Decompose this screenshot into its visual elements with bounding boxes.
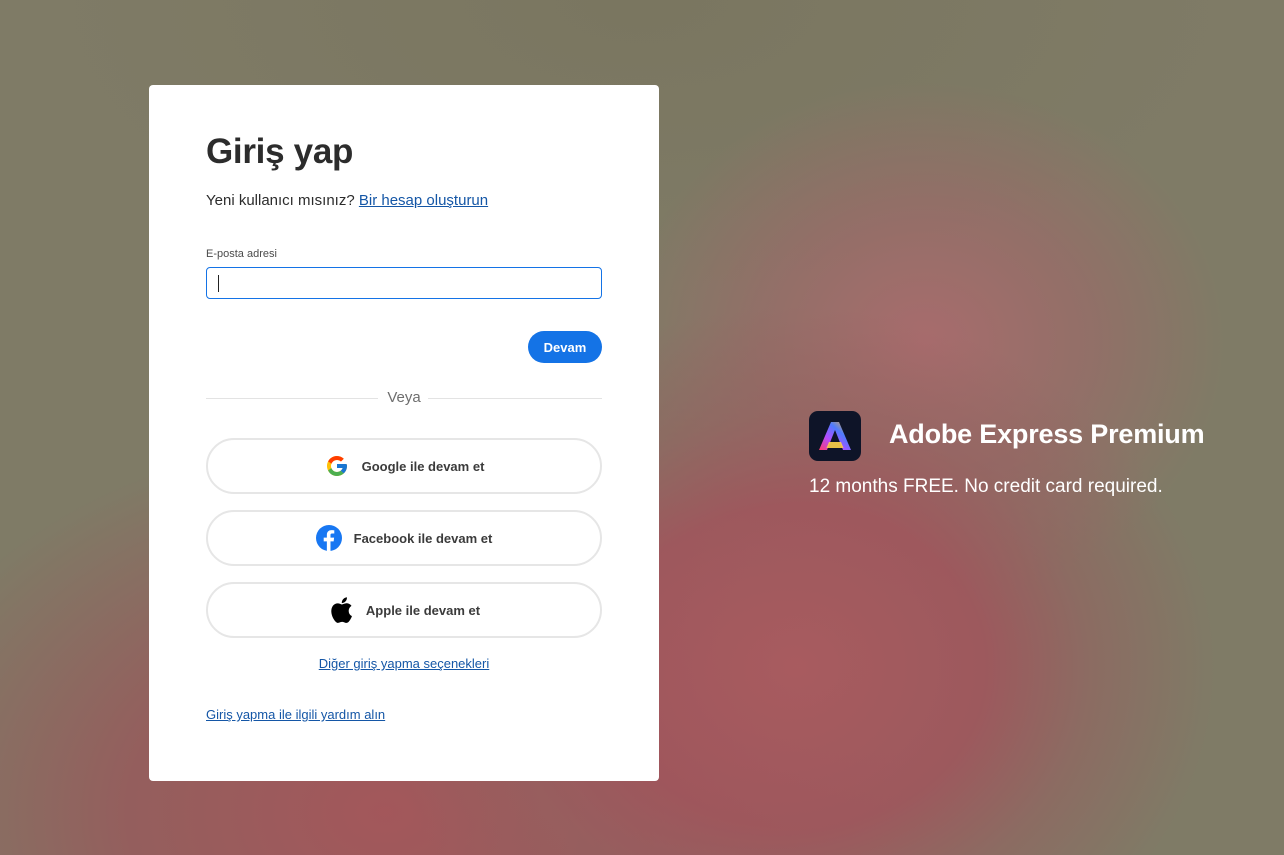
promo-title: Adobe Express Premium [889, 419, 1205, 449]
more-signin-options-link[interactable]: Diğer giriş yapma seçenekleri [319, 656, 490, 671]
text-caret [218, 275, 219, 292]
google-signin-label: Google ile devam et [361, 458, 485, 474]
google-signin-button[interactable]: Google ile devam et [206, 438, 602, 494]
signin-help-link[interactable]: Giriş yapma ile ilgili yardım alın [206, 707, 385, 722]
apple-logo-icon [328, 597, 354, 623]
google-logo-icon [324, 453, 350, 479]
apple-signin-button[interactable]: Apple ile devam et [206, 582, 602, 638]
email-field[interactable] [206, 267, 602, 299]
new-user-prompt: Yeni kullanıcı mısınız? Bir hesap oluştu… [206, 192, 488, 209]
help-row: Giriş yapma ile ilgili yardım alın [206, 707, 385, 722]
facebook-signin-label: Facebook ile devam et [353, 530, 493, 546]
adobe-express-logo-icon [809, 411, 861, 461]
apple-signin-label: Apple ile devam et [365, 602, 481, 618]
create-account-link[interactable]: Bir hesap oluşturun [359, 192, 488, 209]
continue-button[interactable]: Devam [528, 331, 602, 363]
new-user-text: Yeni kullanıcı mısınız? [206, 192, 355, 209]
promo-subtitle: 12 months FREE. No credit card required. [809, 476, 1163, 497]
email-label: E-posta adresi [206, 248, 277, 260]
facebook-logo-icon [315, 525, 342, 551]
or-divider: Veya [206, 389, 602, 406]
divider-line-right [428, 398, 602, 399]
facebook-signin-button[interactable]: Facebook ile devam et [206, 510, 602, 566]
signin-card: Giriş yap Yeni kullanıcı mısınız? Bir he… [149, 85, 659, 781]
more-options-row: Diğer giriş yapma seçenekleri [206, 656, 602, 671]
page-title: Giriş yap [206, 132, 354, 171]
